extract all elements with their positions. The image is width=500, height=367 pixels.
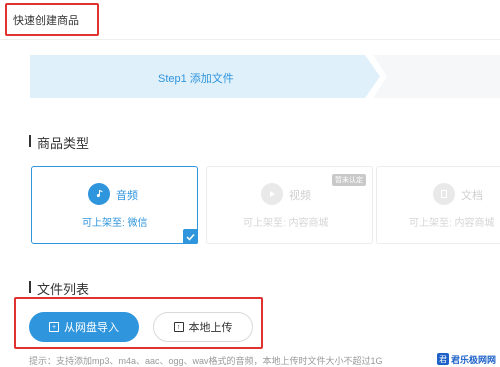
- product-type-card-video[interactable]: 视频 可上架至: 内容商城 暂未认定: [206, 166, 373, 244]
- step-2: [373, 55, 500, 98]
- card-subtitle: 可上架至: 内容商城: [243, 218, 329, 229]
- section-title-product-type: 商品类型: [29, 133, 89, 152]
- document-icon: [433, 183, 455, 205]
- upload-hint-text: 提示：支持添加mp3、m4a、aac、ogg、wav格式的音频，本地上传时文件大…: [29, 356, 383, 366]
- video-icon: [261, 183, 283, 205]
- product-type-card-audio[interactable]: 音频 可上架至: 微信: [31, 166, 198, 244]
- card-subtitle: 可上架至: 内容商城: [409, 218, 495, 229]
- card-title: 视频: [289, 190, 311, 202]
- music-note-icon: [88, 183, 110, 205]
- upload-button-label: 本地上传: [188, 322, 233, 334]
- step-bar: Step1 添加文件: [30, 55, 500, 98]
- checkmark-icon: [183, 229, 198, 244]
- step-1-label: Step1 添加文件: [158, 73, 234, 85]
- status-badge: 暂未认定: [332, 174, 366, 186]
- product-type-card-document[interactable]: 文档 可上架至: 内容商城: [376, 166, 500, 244]
- local-upload-button[interactable]: ↑ 本地上传: [153, 312, 253, 342]
- import-icon: +: [49, 322, 59, 332]
- page-title: 快速创建商品: [13, 15, 79, 27]
- card-title: 文档: [461, 190, 483, 202]
- card-title: 音频: [116, 190, 138, 202]
- import-button-label: 从网盘导入: [64, 322, 119, 334]
- section-title-file-list: 文件列表: [29, 279, 89, 298]
- header-divider: [0, 39, 500, 40]
- import-from-cloud-button[interactable]: + 从网盘导入: [29, 312, 139, 342]
- upload-icon: ↑: [173, 322, 184, 332]
- watermark-logo: 君 君乐极网网: [437, 352, 496, 366]
- watermark-text: 君乐极网网: [451, 354, 497, 365]
- watermark-badge-icon: 君: [437, 353, 449, 365]
- card-subtitle: 可上架至: 微信: [82, 218, 148, 229]
